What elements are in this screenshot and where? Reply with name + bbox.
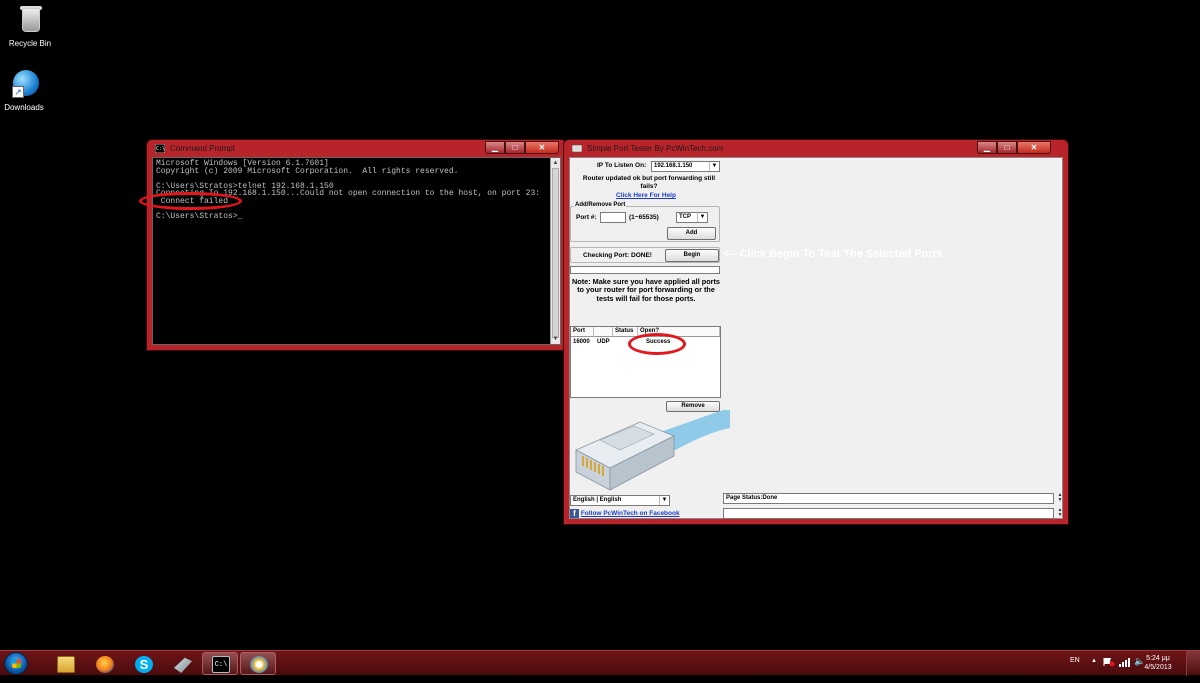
begin-hint-text: <-- Click Begin To Test The Selected Por…	[723, 248, 943, 260]
maximize-icon[interactable]: □	[505, 141, 525, 154]
protocol-select[interactable]: TCP ▼	[676, 212, 708, 223]
downloads-globe-icon: ↗	[8, 68, 40, 100]
page-status-box: Page Status:Done	[723, 493, 1054, 504]
close-icon[interactable]: ✕	[1017, 141, 1051, 154]
desktop: Recycle Bin ↗ Downloads C:\ Command Prom…	[0, 0, 1200, 650]
show-desktop-button[interactable]	[1186, 651, 1200, 676]
port-tester-app-icon	[572, 144, 582, 153]
chevron-down-icon: ▼	[659, 496, 669, 505]
cmd-icon: C:\	[212, 656, 230, 673]
ip-label: IP To Listen On:	[597, 162, 647, 169]
taskbar-port-tester[interactable]	[240, 652, 276, 675]
facebook-icon: f	[570, 509, 579, 518]
cmd-title: Command Prompt	[170, 144, 235, 153]
checking-port-group: Checking Port: DONE! Begin	[570, 247, 720, 263]
downloads-label: Downloads	[4, 103, 44, 112]
port-tester-window-controls: ▁ □ ✕	[977, 141, 1051, 154]
add-remove-port-group: Add/Remove Port Port #: (1~65535) TCP ▼ …	[570, 202, 720, 242]
recycle-bin-icon	[14, 4, 46, 36]
row-protocol: UDP	[597, 339, 610, 345]
cmd-app-icon: C:\	[155, 144, 165, 153]
annotation-circle-connect-failed	[139, 192, 242, 210]
taskbar: S C:\ EN ▲ 🔈 5:24 μμ 4/5/2013	[0, 650, 1200, 676]
port-tester-title: Simple Port Tester By PcWinTech.com	[587, 144, 724, 153]
note-text: Note: Make sure you have applied all por…	[571, 277, 720, 303]
recycle-bin-shortcut[interactable]: Recycle Bin	[0, 4, 60, 48]
chevron-down-icon: ▼	[709, 162, 719, 171]
svg-text:C:\: C:\	[156, 146, 165, 152]
ip-select-value: 192.168.1.150	[654, 163, 693, 169]
cmd-window-controls: ▁ □ ✕	[485, 141, 559, 154]
checking-port-status: Checking Port: DONE!	[583, 252, 652, 259]
scroll-up-icon[interactable]: ▲	[551, 158, 560, 168]
cmd-scrollbar[interactable]: ▲ ▼	[550, 158, 560, 344]
language-select-value: English | English	[573, 497, 622, 503]
tray-expand-icon[interactable]: ▲	[1091, 658, 1097, 683]
clock-time: 5:24 μμ	[1146, 655, 1170, 662]
ethernet-plug-icon	[575, 410, 730, 491]
downloads-shortcut[interactable]: ↗ Downloads	[0, 68, 54, 112]
taskbar-explorer[interactable]	[47, 652, 83, 675]
taskbar-command-prompt[interactable]: C:\	[202, 652, 238, 675]
cmd-line: C:\Users\Stratos>_	[156, 211, 243, 221]
taskbar-skype[interactable]: S	[125, 652, 161, 675]
col-protocol[interactable]	[594, 327, 613, 336]
folder-icon	[57, 656, 75, 673]
skype-icon: S	[135, 656, 153, 673]
scroll-thumb[interactable]	[552, 168, 559, 338]
cmd-line: Copyright (c) 2009 Microsoft Corporation…	[156, 166, 459, 176]
taskbar-firefox[interactable]	[86, 652, 122, 675]
minimize-icon[interactable]: ▁	[977, 141, 997, 154]
close-icon[interactable]: ✕	[525, 141, 559, 154]
add-remove-group-title: Add/Remove Port	[574, 202, 627, 208]
annotation-circle-success	[628, 333, 686, 355]
port-number-input[interactable]	[600, 212, 626, 223]
facebook-row[interactable]: f Follow PcWinTech on Facebook	[570, 509, 680, 518]
minimize-icon[interactable]: ▁	[485, 141, 505, 154]
col-port[interactable]: Port	[571, 327, 594, 336]
col-status[interactable]: Status	[613, 327, 638, 336]
status-spin-up-icon[interactable]: ▲ ▼	[1056, 493, 1064, 503]
port-number-label: Port #:	[576, 214, 597, 221]
network-cable-icon	[174, 657, 192, 673]
cmd-console[interactable]: Microsoft Windows [Version 6.1.7601] Copy…	[152, 157, 561, 345]
clock[interactable]: 5:24 μμ 4/5/2013	[1138, 654, 1178, 672]
chevron-down-icon: ▼	[697, 213, 707, 222]
status-box-2	[723, 508, 1054, 519]
add-button[interactable]: Add	[667, 227, 716, 240]
protocol-select-value: TCP	[679, 214, 691, 220]
network-signal-icon[interactable]	[1119, 657, 1131, 682]
action-center-flag-icon[interactable]	[1103, 657, 1115, 667]
router-note: Router updated ok but port forwarding st…	[582, 175, 716, 190]
port-tester-titlebar[interactable]: Simple Port Tester By PcWinTech.com ▁ □ …	[569, 140, 1063, 157]
taskbar-network-tool[interactable]	[164, 652, 200, 675]
port-range-hint: (1~65535)	[629, 214, 659, 221]
start-button[interactable]	[4, 652, 28, 675]
row-port: 16000	[573, 339, 590, 345]
help-link[interactable]: Click Here For Help	[616, 192, 676, 199]
progress-bar	[570, 266, 720, 274]
paint-palette-icon	[250, 656, 268, 673]
language-indicator[interactable]: EN	[1070, 657, 1080, 682]
maximize-icon[interactable]: □	[997, 141, 1017, 154]
language-select[interactable]: English | English ▼	[570, 495, 670, 506]
cmd-titlebar[interactable]: C:\ Command Prompt ▁ □ ✕	[152, 140, 561, 157]
firefox-icon	[96, 656, 114, 673]
ip-select[interactable]: 192.168.1.150 ▼	[651, 161, 720, 172]
scroll-down-icon[interactable]: ▼	[551, 334, 560, 344]
port-tester-window[interactable]: Simple Port Tester By PcWinTech.com ▁ □ …	[563, 139, 1069, 525]
recycle-bin-label: Recycle Bin	[8, 39, 52, 48]
begin-button[interactable]: Begin	[665, 249, 719, 262]
clock-date: 4/5/2013	[1144, 664, 1172, 671]
status-spin-down-icon[interactable]: ▲ ▼	[1056, 508, 1064, 518]
cmd-output: Microsoft Windows [Version 6.1.7601] Copy…	[156, 160, 548, 220]
command-prompt-window[interactable]: C:\ Command Prompt ▁ □ ✕ Microsoft Windo…	[146, 139, 567, 351]
facebook-link: Follow PcWinTech on Facebook	[580, 510, 680, 517]
